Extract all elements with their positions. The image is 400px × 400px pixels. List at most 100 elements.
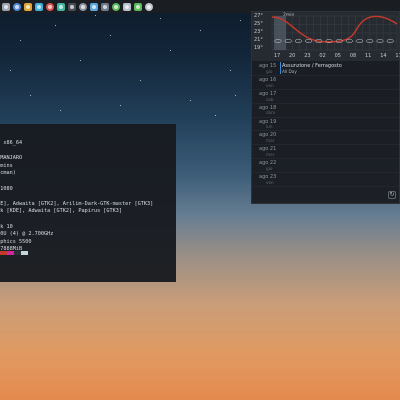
agenda-weekday: ven [266,179,274,185]
star [190,100,191,101]
star [95,15,96,16]
terminal-line: 4 mins [0,162,13,169]
event-color-bar [280,62,281,74]
cloud-icon [366,38,374,44]
terminal-line: ack 10 [0,223,13,230]
calendar-widget[interactable]: 2min 27°25°23°21°19°172023020508111417 a… [251,11,400,204]
weather-forecast: 2min 27°25°23°21°19°172023020508111417 [252,12,400,61]
agenda-weekday: ven [266,82,274,88]
chat-icon[interactable] [35,2,43,11]
star [30,95,31,96]
star [170,50,171,51]
terminal-icon[interactable] [68,2,76,11]
terminal-output: ux x86_64 31-MANJARO4 mins pacman)70x1080… [0,140,176,254]
mail-icon[interactable] [90,2,98,11]
terminal-line: 1-MANJARO [0,155,23,162]
agenda-day-row[interactable]: ago 18 dom [252,104,399,118]
x-tick-label: 11 [365,53,372,59]
cloud-icon [356,38,364,44]
terminal-line: KDE], Adwaita [GTK2], Arilim-Dark-GTK-ma… [0,200,154,207]
y-tick-label: 23° [254,29,263,35]
agenda-weekday: dom [266,110,276,116]
network-icon[interactable] [134,2,142,11]
icon-glyph [70,4,74,9]
star [160,18,161,19]
color-palette [0,251,28,255]
star [140,80,141,81]
y-tick-label: 25° [254,21,263,27]
palette-swatch [7,251,14,255]
star [110,35,111,36]
star [230,70,231,71]
x-tick-label: 17 [395,53,400,59]
settings-icon[interactable] [79,2,87,11]
browser-icon[interactable] [13,2,21,11]
star [240,20,241,21]
icon-glyph [4,4,8,9]
star [215,115,216,116]
terminal-line: 7 [0,178,170,186]
agenda-day-row[interactable]: ago 22 gio [252,159,399,174]
palette-swatch [0,251,7,255]
agenda-day-row[interactable]: ago 20 mar [252,131,399,146]
terminal-line: 3 [0,148,170,156]
cloud-icon [345,38,353,44]
x-tick-label: 02 [319,53,326,59]
icon-glyph [114,4,118,9]
star [80,60,81,61]
icon-glyph [147,4,151,9]
x-tick-label: 08 [349,53,357,59]
terminal-window[interactable]: ux x86_64 31-MANJARO4 mins pacman)70x1080… [0,124,176,282]
files-icon[interactable] [24,2,32,11]
agenda-day-row[interactable]: ago 16 ven [252,76,399,90]
terminal-line: pacman) [0,170,16,177]
agenda-day-row[interactable]: ago 17 sab [252,90,399,104]
star [10,70,11,71]
agenda-weekday: mer [266,152,275,158]
terminal-line: 0x1080 [0,185,13,192]
star [235,95,236,96]
icon-glyph [26,4,30,9]
x-tick-label: 14 [380,53,387,59]
camera-icon[interactable] [101,2,109,11]
music-icon[interactable] [46,2,54,11]
x-tick-label: 17 [273,53,281,59]
icon-glyph [48,4,52,9]
icon-glyph [15,4,19,9]
icon-glyph [81,4,85,9]
y-tick-label: 27° [254,13,263,19]
star [60,110,61,111]
star [20,40,21,41]
icon-glyph [125,4,129,9]
refresh-button[interactable]: ↻ [388,191,396,199]
agenda-day-row[interactable]: ago 19 lun [252,118,399,132]
palette-swatch [21,251,28,255]
download-icon[interactable] [112,2,120,11]
battery-icon[interactable] [123,2,131,11]
agenda-weekday: mar [266,138,275,144]
volume-icon[interactable] [145,2,153,11]
x-tick-label: 23 [304,53,311,59]
terminal-line: ark [KDE], Adwaita [GTK2], Papirus [GTK3… [0,208,123,215]
agenda-day-row[interactable]: ago 15 gio Assunzione / Ferragosto All Day [252,62,399,76]
x-tick-label: 05 [334,53,341,59]
palette-swatch [14,251,21,255]
x-tick-label: 20 [289,53,296,59]
agenda-weekday: gio [266,166,273,172]
icon-glyph [103,4,107,9]
cloud-icon [294,38,302,44]
apps-icon[interactable] [2,2,10,11]
agenda-day-row[interactable]: ago 21 mer [252,145,399,160]
agenda-weekday: lun [266,124,273,130]
icon-glyph [92,4,96,9]
terminal-line: ux x86_64 [0,140,23,146]
terminal-line: 200U (4) @ 2.700GHz [0,231,54,238]
icon-glyph [136,4,140,9]
agenda-weekday: gio [266,68,273,74]
agenda-day-row[interactable]: ago 23 ven [252,173,399,188]
image-icon[interactable] [57,2,65,11]
agenda-weekday: sab [266,96,274,102]
star [200,30,201,31]
y-tick-label: 19° [254,45,263,51]
